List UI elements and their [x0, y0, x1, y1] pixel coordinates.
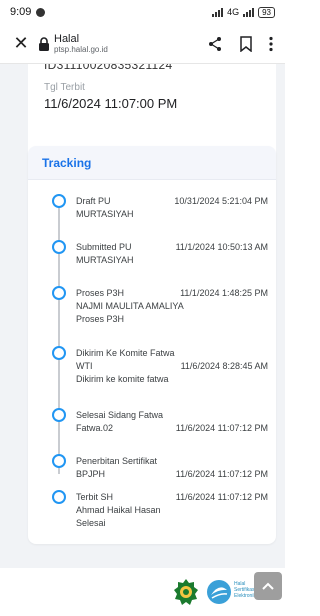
timeline-dot-icon: [52, 286, 66, 300]
timeline-note: Selesai: [76, 518, 106, 528]
footer: Halal Sertifikasi Elektronik: [0, 568, 285, 616]
timeline-actor: Fatwa.02: [76, 423, 114, 433]
timeline-date: 10/31/2024 5:21:04 PM: [174, 196, 268, 206]
tgl-terbit-value: 11/6/2024 11:07:00 PM: [44, 96, 178, 111]
status-right: 4G 93: [212, 6, 275, 18]
timeline-date: 11/6/2024 11:07:12 PM: [175, 423, 268, 433]
wifi-signal-icon: [212, 7, 224, 17]
chevron-up-icon: [262, 582, 274, 590]
site-url: ptsp.halal.go.id: [54, 45, 108, 55]
site-title-block[interactable]: Halal ptsp.halal.go.id: [54, 33, 207, 55]
lock-icon: [39, 36, 49, 51]
timeline-status: Selesai Sidang Fatwa: [76, 410, 164, 420]
tracking-card: Tracking Draft PU 10/31/2024 5:21:04 PM …: [28, 146, 276, 544]
tracking-timeline: Draft PU 10/31/2024 5:21:04 PM MURTASIYA…: [28, 180, 276, 540]
more-menu-icon[interactable]: [269, 36, 273, 52]
status-time: 9:09: [10, 6, 32, 18]
halal-logo-icon: [207, 580, 231, 604]
timeline-date: 11/1/2024 10:50:13 AM: [175, 242, 268, 252]
page-content: ID31110020835321124 Tgl Terbit 11/6/2024…: [0, 64, 285, 568]
timeline-date: 11/6/2024 11:07:12 PM: [175, 469, 268, 479]
mui-logo-icon: [174, 579, 198, 605]
timeline-status: Penerbitan Sertifikat: [76, 456, 158, 466]
close-icon[interactable]: ✕: [8, 33, 34, 54]
timeline-date: 11/6/2024 11:07:12 PM: [175, 492, 268, 502]
timeline-date: 11/1/2024 1:48:25 PM: [180, 288, 268, 298]
timeline-actor: WTI: [76, 361, 93, 371]
status-bar: 9:09 4G 93: [0, 0, 285, 24]
registration-number: ID31110020835321124: [44, 64, 173, 72]
timeline-dot-icon: [52, 346, 66, 360]
cell-signal-icon: [243, 7, 255, 17]
timeline-status: Proses P3H: [76, 288, 125, 298]
timeline-dot-icon: [52, 408, 66, 422]
timeline-actor: MURTASIYAH: [76, 209, 134, 219]
timeline-actor: BPJPH: [76, 469, 106, 479]
timeline-status: Terbit SH: [76, 492, 114, 502]
scroll-to-top-button[interactable]: [254, 572, 282, 600]
status-left: 9:09: [10, 6, 46, 18]
bookmark-icon[interactable]: [239, 35, 253, 52]
network-label: 4G: [227, 7, 240, 17]
timeline-status: Dikirim Ke Komite Fatwa: [76, 348, 175, 358]
notification-icon: [36, 7, 46, 17]
browser-toolbar: ✕ Halal ptsp.halal.go.id: [0, 24, 285, 64]
timeline-dot-icon: [52, 454, 66, 468]
share-icon[interactable]: [207, 36, 223, 52]
halal-logo-text: Halal Sertifikasi Elektronik: [234, 581, 256, 599]
timeline-actor: NAJMI MAULITA AMALIYA: [76, 301, 184, 311]
timeline-actor: Ahmad Haikal Hasan: [76, 505, 161, 515]
tracking-title: Tracking: [42, 155, 92, 170]
browser-actions: [207, 35, 273, 52]
timeline-dot-icon: [52, 240, 66, 254]
timeline-note: Dikirim ke komite fatwa: [76, 374, 169, 384]
timeline-dot-icon: [52, 490, 66, 504]
halal-text-line: Elektronik: [234, 593, 256, 599]
timeline-actor: MURTASIYAH: [76, 255, 134, 265]
timeline-status: Submitted PU: [76, 242, 132, 252]
timeline-dot-icon: [52, 194, 66, 208]
tgl-terbit-label: Tgl Terbit: [44, 82, 85, 93]
timeline-note: Proses P3H: [76, 314, 125, 324]
site-title: Halal: [54, 32, 80, 45]
battery-level: 93: [262, 7, 271, 17]
timeline-date: 11/6/2024 8:28:45 AM: [180, 361, 268, 371]
battery-icon: 93: [258, 6, 275, 18]
tracking-header: Tracking: [28, 146, 276, 180]
timeline-status: Draft PU: [76, 196, 111, 206]
timeline-line: [58, 194, 60, 474]
